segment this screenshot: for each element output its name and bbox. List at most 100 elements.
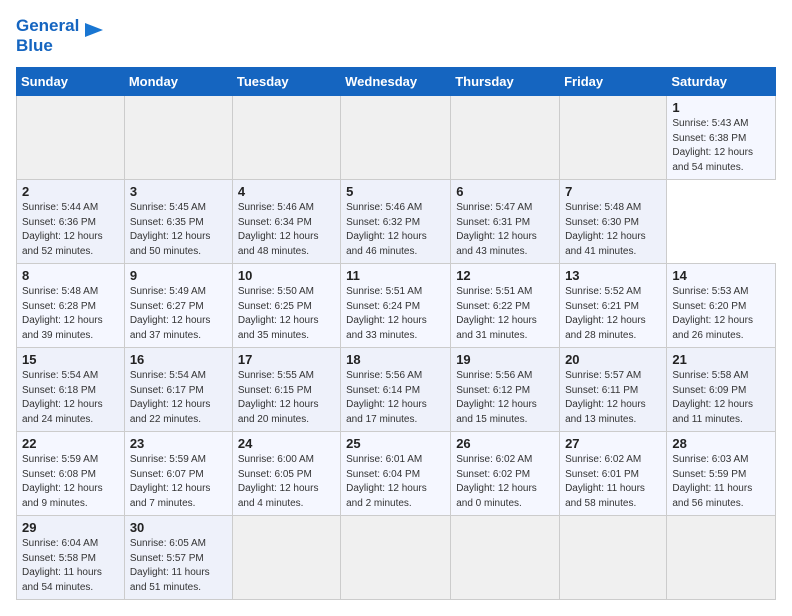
day-info: Sunrise: 5:50 AM Sunset: 6:25 PM Dayligh…	[238, 285, 335, 343]
day-number: 25	[346, 436, 445, 451]
calendar-cell: 16 Sunrise: 5:54 AM Sunset: 6:17 PM Dayli…	[124, 348, 232, 432]
day-number: 15	[22, 352, 119, 367]
day-number: 1	[672, 100, 770, 115]
day-number: 24	[238, 436, 335, 451]
calendar-week-1: 1 Sunrise: 5:43 AM Sunset: 6:38 PM Daylig…	[17, 96, 776, 180]
logo-arrow-icon	[83, 19, 105, 41]
calendar-cell: 5 Sunrise: 5:46 AM Sunset: 6:32 PM Daylig…	[341, 180, 451, 264]
day-info: Sunrise: 6:00 AM Sunset: 6:05 PM Dayligh…	[238, 453, 335, 511]
calendar-week-3: 8 Sunrise: 5:48 AM Sunset: 6:28 PM Daylig…	[17, 264, 776, 348]
calendar-cell: 11Sunrise: 5:51 AM Sunset: 6:24 PM Dayli…	[341, 264, 451, 348]
logo-line2: Blue	[16, 36, 79, 56]
day-info: Sunrise: 5:55 AM Sunset: 6:15 PM Dayligh…	[238, 369, 335, 427]
calendar-cell	[560, 96, 667, 180]
logo-line1: General	[16, 16, 79, 36]
weekday-tuesday: Tuesday	[232, 68, 340, 96]
calendar-body: 1 Sunrise: 5:43 AM Sunset: 6:38 PM Daylig…	[17, 96, 776, 600]
calendar-cell: 3 Sunrise: 5:45 AM Sunset: 6:35 PM Daylig…	[124, 180, 232, 264]
day-number: 2	[22, 184, 119, 199]
day-number: 19	[456, 352, 554, 367]
calendar-cell: 29 Sunrise: 6:04 AM Sunset: 5:58 PM Dayli…	[17, 516, 125, 600]
weekday-monday: Monday	[124, 68, 232, 96]
day-info: Sunrise: 5:52 AM Sunset: 6:21 PM Dayligh…	[565, 285, 661, 343]
day-number: 3	[130, 184, 227, 199]
calendar-cell	[17, 96, 125, 180]
weekday-friday: Friday	[560, 68, 667, 96]
day-info: Sunrise: 6:02 AM Sunset: 6:02 PM Dayligh…	[456, 453, 554, 511]
day-number: 23	[130, 436, 227, 451]
calendar-cell: 1 Sunrise: 5:43 AM Sunset: 6:38 PM Daylig…	[667, 96, 776, 180]
day-info: Sunrise: 5:47 AM Sunset: 6:31 PM Dayligh…	[456, 201, 554, 259]
day-number: 14	[672, 268, 770, 283]
day-info: Sunrise: 5:46 AM Sunset: 6:34 PM Dayligh…	[238, 201, 335, 259]
page-header: General Blue	[16, 16, 776, 55]
calendar-cell: 26Sunrise: 6:02 AM Sunset: 6:02 PM Dayli…	[451, 432, 560, 516]
calendar-week-2: 2 Sunrise: 5:44 AM Sunset: 6:36 PM Daylig…	[17, 180, 776, 264]
day-info: Sunrise: 5:48 AM Sunset: 6:28 PM Dayligh…	[22, 285, 119, 343]
day-number: 17	[238, 352, 335, 367]
calendar-cell: 7 Sunrise: 5:48 AM Sunset: 6:30 PM Daylig…	[560, 180, 667, 264]
calendar-week-6: 29 Sunrise: 6:04 AM Sunset: 5:58 PM Dayli…	[17, 516, 776, 600]
day-info: Sunrise: 5:56 AM Sunset: 6:14 PM Dayligh…	[346, 369, 445, 427]
calendar-cell: 23 Sunrise: 5:59 AM Sunset: 6:07 PM Dayli…	[124, 432, 232, 516]
calendar-cell: 25 Sunrise: 6:01 AM Sunset: 6:04 PM Dayli…	[341, 432, 451, 516]
day-number: 22	[22, 436, 119, 451]
day-number: 20	[565, 352, 661, 367]
calendar-cell: 24 Sunrise: 6:00 AM Sunset: 6:05 PM Dayli…	[232, 432, 340, 516]
day-info: Sunrise: 5:44 AM Sunset: 6:36 PM Dayligh…	[22, 201, 119, 259]
calendar-cell	[451, 96, 560, 180]
day-info: Sunrise: 5:54 AM Sunset: 6:18 PM Dayligh…	[22, 369, 119, 427]
calendar-cell: 30Sunrise: 6:05 AM Sunset: 5:57 PM Dayli…	[124, 516, 232, 600]
day-info: Sunrise: 5:43 AM Sunset: 6:38 PM Dayligh…	[672, 117, 770, 175]
calendar-table: SundayMondayTuesdayWednesdayThursdayFrid…	[16, 67, 776, 600]
calendar-cell	[232, 96, 340, 180]
weekday-thursday: Thursday	[451, 68, 560, 96]
day-info: Sunrise: 5:59 AM Sunset: 6:08 PM Dayligh…	[22, 453, 119, 511]
day-info: Sunrise: 5:57 AM Sunset: 6:11 PM Dayligh…	[565, 369, 661, 427]
day-info: Sunrise: 6:02 AM Sunset: 6:01 PM Dayligh…	[565, 453, 661, 511]
day-info: Sunrise: 5:59 AM Sunset: 6:07 PM Dayligh…	[130, 453, 227, 511]
day-number: 11	[346, 268, 445, 283]
day-number: 28	[672, 436, 770, 451]
day-info: Sunrise: 6:01 AM Sunset: 6:04 PM Dayligh…	[346, 453, 445, 511]
day-info: Sunrise: 5:54 AM Sunset: 6:17 PM Dayligh…	[130, 369, 227, 427]
day-info: Sunrise: 5:53 AM Sunset: 6:20 PM Dayligh…	[672, 285, 770, 343]
day-info: Sunrise: 5:48 AM Sunset: 6:30 PM Dayligh…	[565, 201, 661, 259]
day-number: 12	[456, 268, 554, 283]
day-number: 8	[22, 268, 119, 283]
calendar-cell	[124, 96, 232, 180]
calendar-cell: 2 Sunrise: 5:44 AM Sunset: 6:36 PM Daylig…	[17, 180, 125, 264]
day-info: Sunrise: 5:56 AM Sunset: 6:12 PM Dayligh…	[456, 369, 554, 427]
weekday-header-row: SundayMondayTuesdayWednesdayThursdayFrid…	[17, 68, 776, 96]
day-number: 16	[130, 352, 227, 367]
day-number: 30	[130, 520, 227, 535]
calendar-cell: 6Sunrise: 5:47 AM Sunset: 6:31 PM Daylig…	[451, 180, 560, 264]
calendar-cell: 22 Sunrise: 5:59 AM Sunset: 6:08 PM Dayli…	[17, 432, 125, 516]
day-info: Sunrise: 5:46 AM Sunset: 6:32 PM Dayligh…	[346, 201, 445, 259]
calendar-cell: 21Sunrise: 5:58 AM Sunset: 6:09 PM Dayli…	[667, 348, 776, 432]
calendar-cell: 18 Sunrise: 5:56 AM Sunset: 6:14 PM Dayli…	[341, 348, 451, 432]
weekday-wednesday: Wednesday	[341, 68, 451, 96]
calendar-cell	[667, 516, 776, 600]
calendar-cell	[341, 516, 451, 600]
day-number: 29	[22, 520, 119, 535]
day-number: 18	[346, 352, 445, 367]
logo: General Blue	[16, 16, 105, 55]
day-info: Sunrise: 6:04 AM Sunset: 5:58 PM Dayligh…	[22, 537, 119, 595]
day-number: 7	[565, 184, 661, 199]
day-number: 13	[565, 268, 661, 283]
calendar-cell: 14 Sunrise: 5:53 AM Sunset: 6:20 PM Dayli…	[667, 264, 776, 348]
day-info: Sunrise: 5:49 AM Sunset: 6:27 PM Dayligh…	[130, 285, 227, 343]
day-info: Sunrise: 5:58 AM Sunset: 6:09 PM Dayligh…	[672, 369, 770, 427]
day-number: 5	[346, 184, 445, 199]
calendar-cell: 15 Sunrise: 5:54 AM Sunset: 6:18 PM Dayli…	[17, 348, 125, 432]
calendar-cell	[232, 516, 340, 600]
day-number: 4	[238, 184, 335, 199]
day-info: Sunrise: 5:51 AM Sunset: 6:22 PM Dayligh…	[456, 285, 554, 343]
calendar-week-4: 15 Sunrise: 5:54 AM Sunset: 6:18 PM Dayli…	[17, 348, 776, 432]
calendar-cell	[341, 96, 451, 180]
day-info: Sunrise: 5:45 AM Sunset: 6:35 PM Dayligh…	[130, 201, 227, 259]
calendar-cell: 20 Sunrise: 5:57 AM Sunset: 6:11 PM Dayli…	[560, 348, 667, 432]
day-info: Sunrise: 6:03 AM Sunset: 5:59 PM Dayligh…	[672, 453, 770, 511]
calendar-cell: 28 Sunrise: 6:03 AM Sunset: 5:59 PM Dayli…	[667, 432, 776, 516]
